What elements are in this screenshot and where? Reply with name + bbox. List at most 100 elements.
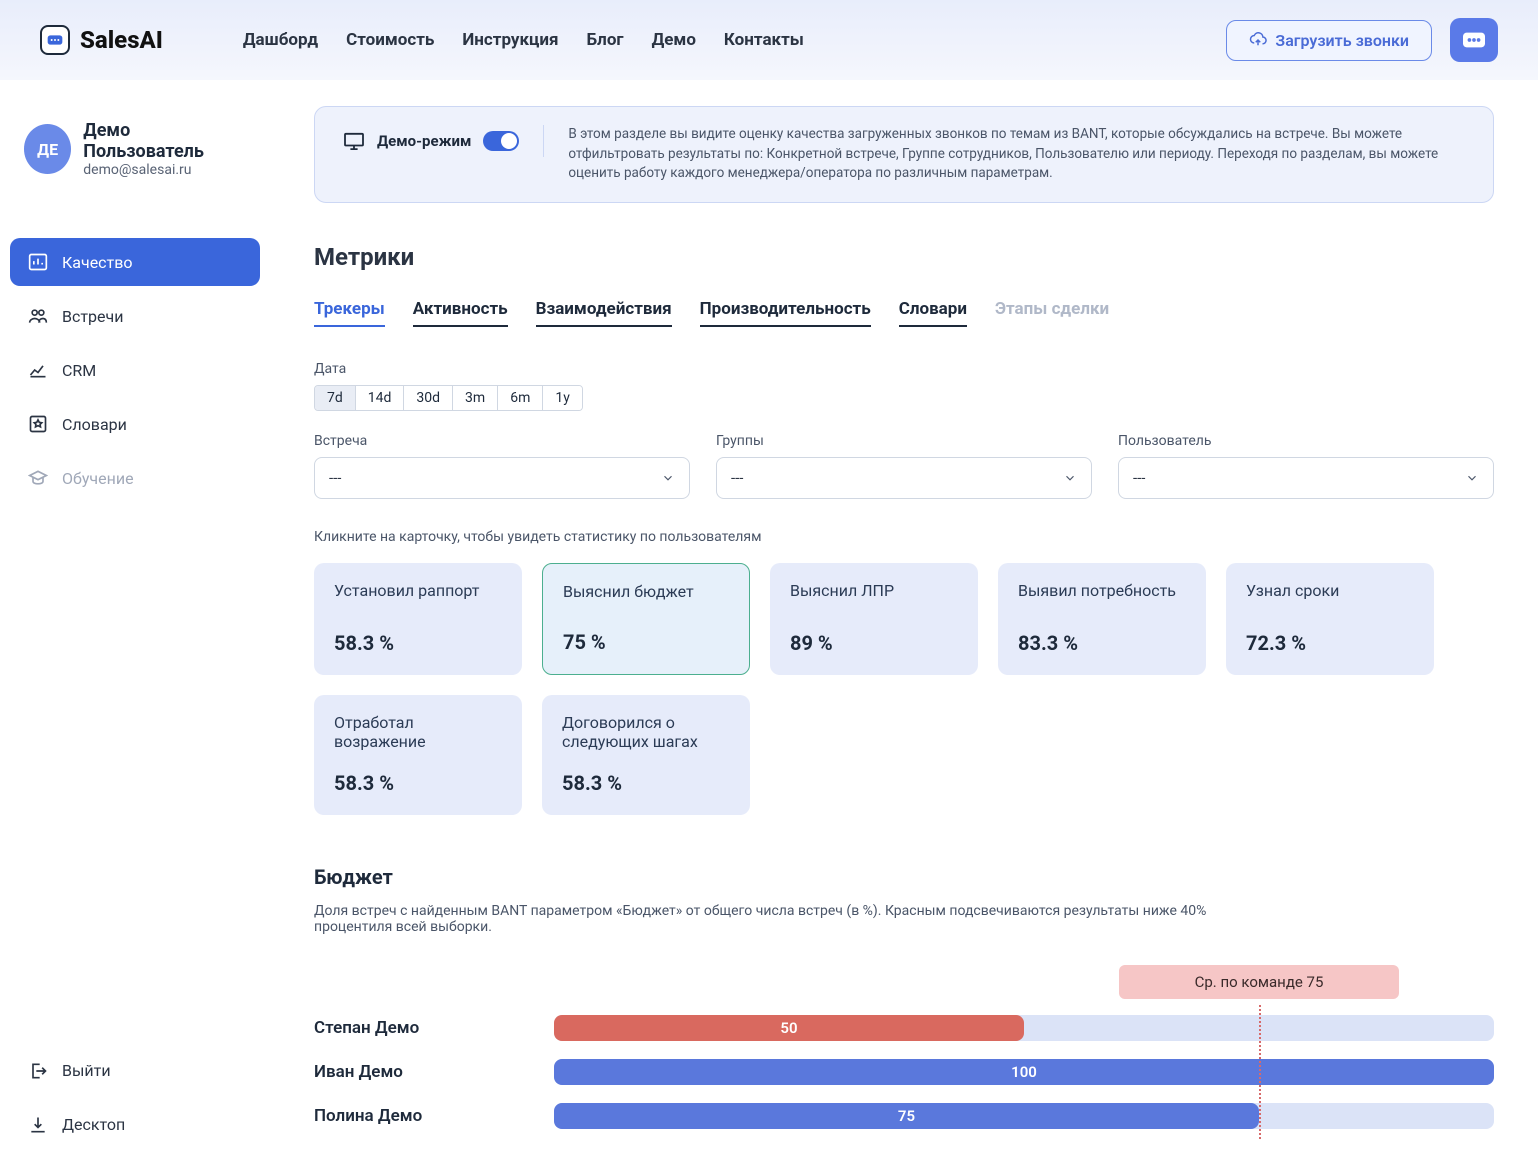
metric-card[interactable]: Узнал сроки 72.3 % [1226, 563, 1434, 675]
metric-card[interactable]: Выяснил ЛПР 89 % [770, 563, 978, 675]
chat-dots-icon [1463, 32, 1485, 48]
header-actions: Загрузить звонки [1226, 18, 1498, 62]
sidebar-logout[interactable]: Выйти [10, 1047, 260, 1095]
upload-calls-button[interactable]: Загрузить звонки [1226, 20, 1432, 61]
bar-fill: 100 [554, 1059, 1494, 1085]
groups-select[interactable]: --- [716, 457, 1092, 499]
metric-card[interactable]: Выявил потребность83.3 % [998, 563, 1206, 675]
chart-row: Иван Демо 100 [314, 1059, 1494, 1085]
top-nav: Дашборд Стоимость Инструкция Блог Демо К… [243, 30, 1197, 50]
nav-blog[interactable]: Блог [587, 30, 624, 50]
section-title: Бюджет [314, 865, 1494, 889]
chevron-down-icon [1465, 471, 1479, 485]
card-value: 75 % [563, 630, 729, 654]
tab-productivity[interactable]: Производительность [700, 299, 871, 327]
user-filter-value: --- [1133, 469, 1145, 487]
card-value: 58.3 % [334, 771, 502, 795]
nav-contacts[interactable]: Контакты [724, 30, 804, 50]
sidebar-item-crm[interactable]: CRM [10, 346, 260, 394]
tab-interactions[interactable]: Взаимодействия [536, 299, 672, 327]
logo[interactable]: SalesAI [40, 25, 163, 55]
date-14d[interactable]: 14d [356, 386, 405, 410]
card-title: Выяснил бюджет [563, 582, 729, 601]
bar-track: 75 [554, 1103, 1494, 1129]
monitor-icon [343, 132, 365, 150]
card-value: 72.3 % [1246, 631, 1414, 655]
card-title: Узнал сроки [1246, 581, 1414, 600]
metric-cards: Установил раппорт58.3 %Выяснил бюджет75 … [314, 563, 1494, 815]
nav-instructions[interactable]: Инструкция [462, 30, 558, 50]
sidebar-item-label: Обучение [62, 469, 134, 488]
groups-value: --- [731, 469, 743, 487]
user-select[interactable]: --- [1118, 457, 1494, 499]
sidebar-item-meetings[interactable]: Встречи [10, 292, 260, 340]
tab-activity[interactable]: Активность [413, 299, 508, 327]
chart-rows: Степан Демо 50 Иван Демо 100 Полина Демо 75 [314, 1015, 1494, 1129]
people-icon [28, 306, 48, 326]
nav-pricing[interactable]: Стоимость [346, 30, 434, 50]
upload-cloud-icon [1249, 31, 1267, 49]
card-title: Отработал возражение [334, 713, 502, 751]
card-title: Выяснил ЛПР [790, 581, 958, 600]
bar-track: 50 [554, 1015, 1494, 1041]
tab-trackers[interactable]: Трекеры [314, 299, 385, 327]
meeting-label: Встреча [314, 433, 690, 449]
upload-label: Загрузить звонки [1275, 31, 1409, 50]
sidebar-item-quality[interactable]: Качество [10, 238, 260, 286]
sidebar-item-label: Встречи [62, 307, 123, 326]
logo-icon [40, 25, 70, 55]
date-filter: Дата 7d 14d 30d 3m 6m 1y [314, 361, 1494, 411]
chart-row-label: Иван Демо [314, 1062, 544, 1082]
page-title: Метрики [314, 243, 1494, 271]
date-7d[interactable]: 7d [315, 386, 356, 410]
cards-hint: Кликните на карточку, чтобы увидеть стат… [314, 529, 1494, 545]
card-title: Договорился о следующих шагах [562, 713, 730, 751]
sidebar-item-label: Словари [62, 415, 127, 434]
star-box-icon [28, 414, 48, 434]
nav-demo[interactable]: Демо [652, 30, 696, 50]
demo-banner: Демо-режим В этом разделе вы видите оцен… [314, 106, 1494, 203]
meeting-value: --- [329, 469, 341, 487]
sidebar-item-label: CRM [62, 361, 96, 380]
metric-card[interactable]: Установил раппорт58.3 % [314, 563, 522, 675]
bar-track: 100 [554, 1059, 1494, 1085]
metric-card[interactable]: Выяснил бюджет 75 % [542, 563, 750, 675]
sidebar: ДЕ Демо Пользователь demo@salesai.ru Кач… [0, 80, 270, 1169]
chevron-down-icon [661, 471, 675, 485]
metric-tabs: Трекеры Активность Взаимодействия Произв… [314, 299, 1494, 327]
user-filter-label: Пользователь [1118, 433, 1494, 449]
sidebar-footer: Выйти Десктоп [10, 747, 260, 1149]
metric-card[interactable]: Договорился о следующих шагах58.3 % [542, 695, 750, 815]
avatar: ДЕ [24, 124, 71, 174]
card-value: 89 % [790, 631, 958, 655]
metric-card[interactable]: Отработал возражение 58.3 % [314, 695, 522, 815]
card-value: 83.3 % [1018, 631, 1186, 655]
chevron-down-icon [1063, 471, 1077, 485]
brand-text: SalesAI [80, 26, 163, 54]
date-30d[interactable]: 30d [404, 386, 453, 410]
bar-fill: 50 [554, 1015, 1024, 1041]
tab-dictionaries[interactable]: Словари [899, 299, 967, 327]
card-title: Установил раппорт [334, 581, 502, 600]
banner-left: Демо-режим [339, 125, 544, 157]
user-block[interactable]: ДЕ Демо Пользователь demo@salesai.ru [10, 110, 260, 198]
nav-dashboard[interactable]: Дашборд [243, 30, 318, 50]
chart-row: Степан Демо 50 [314, 1015, 1494, 1041]
user-email: demo@salesai.ru [83, 162, 246, 178]
sidebar-item-dictionaries[interactable]: Словари [10, 400, 260, 448]
side-menu: Качество Встречи CRM Словари Обучение [10, 238, 260, 502]
date-1y[interactable]: 1y [543, 386, 582, 410]
date-6m[interactable]: 6m [498, 386, 543, 410]
sidebar-desktop[interactable]: Десктоп [10, 1101, 260, 1149]
tab-deal-stages: Этапы сделки [995, 299, 1109, 327]
chart-row-label: Степан Демо [314, 1018, 544, 1038]
date-3m[interactable]: 3m [453, 386, 498, 410]
chart-row-label: Полина Демо [314, 1106, 544, 1126]
chart-line-icon [28, 360, 48, 380]
chart-area: Ср. по команде 75 Степан Демо50Иван Демо… [314, 965, 1494, 1129]
meeting-select[interactable]: --- [314, 457, 690, 499]
demo-mode-toggle[interactable] [483, 131, 519, 151]
chat-button[interactable] [1450, 18, 1498, 62]
banner-text: В этом разделе вы видите оценку качества… [568, 125, 1469, 184]
section-desc: Доля встреч с найденным BANT параметром … [314, 903, 1264, 935]
